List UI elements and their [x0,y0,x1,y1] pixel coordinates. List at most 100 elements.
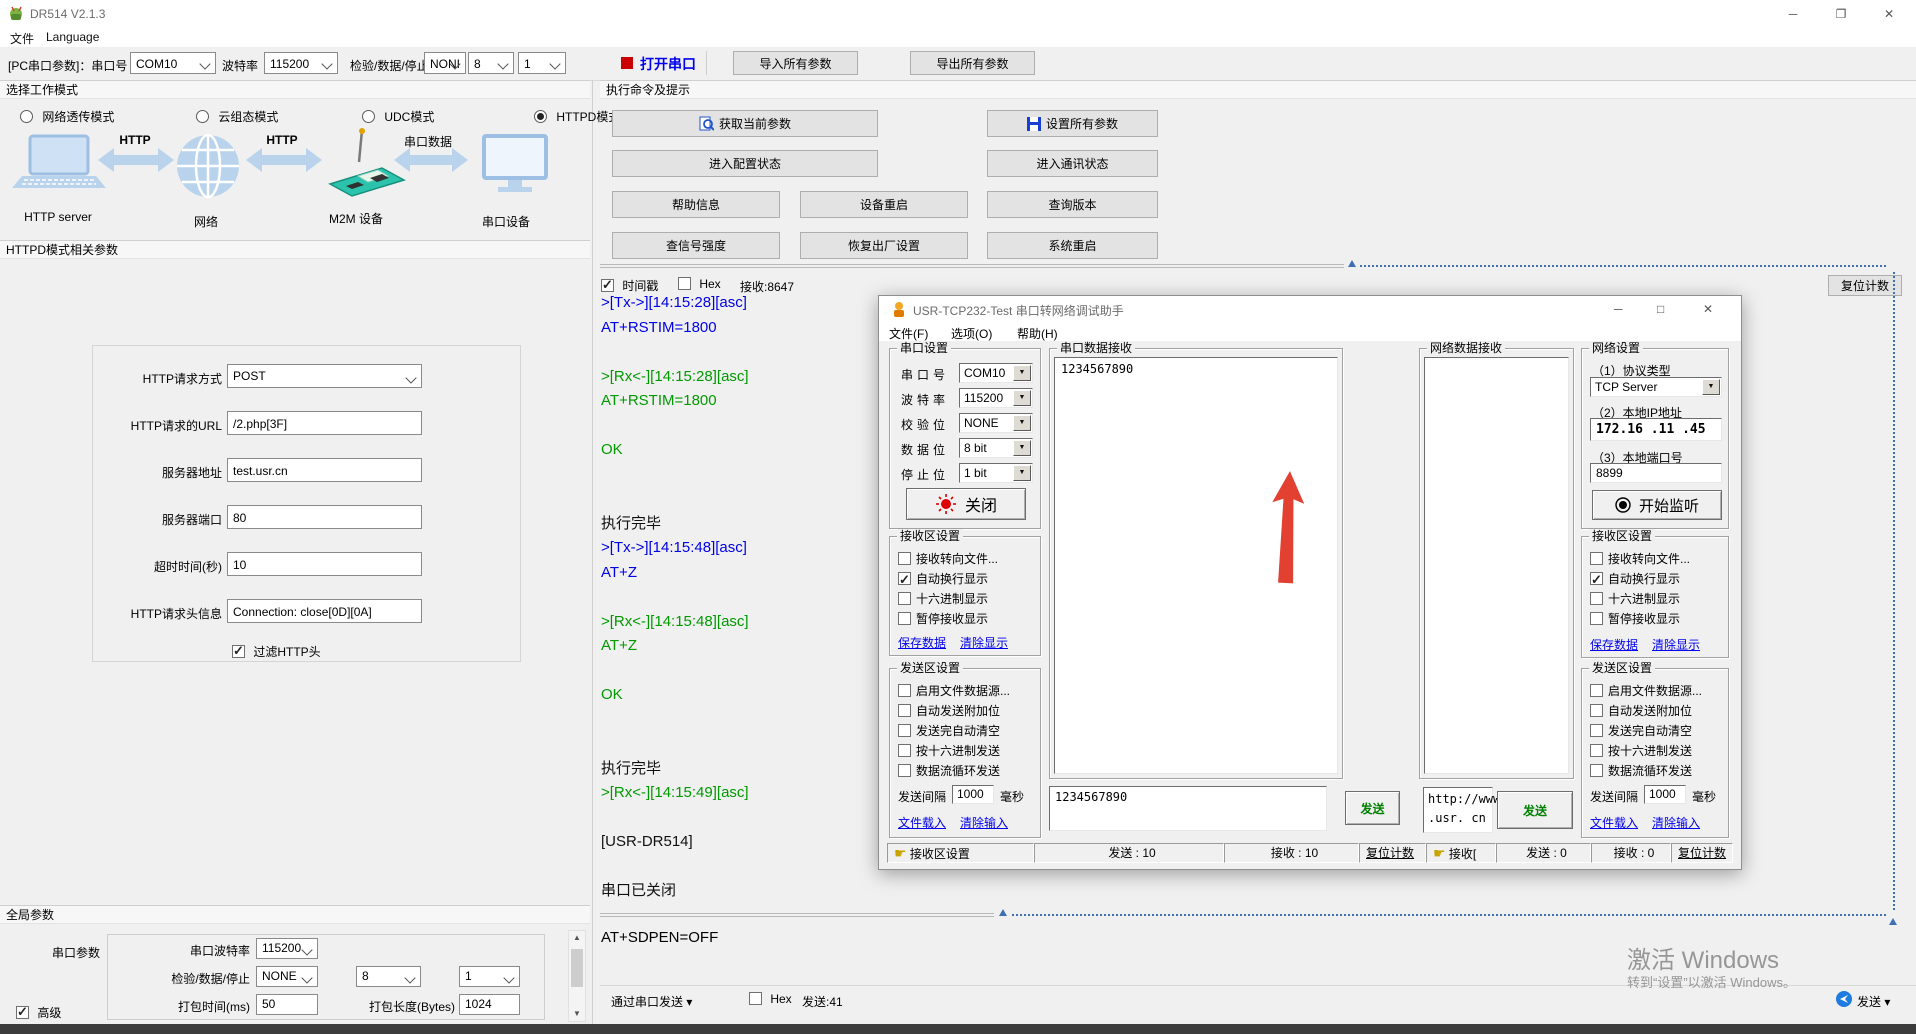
scrollbar[interactable]: ▲ ▼ [568,930,586,1022]
overlay-minimize-button[interactable]: ─ [1614,302,1623,316]
checkbox[interactable]: 发送完自动清空 [898,721,1010,741]
get-params-button[interactable]: 获取当前参数 [612,110,878,137]
checkbox[interactable]: 接收转向文件... [1590,549,1690,569]
checkbox[interactable]: 启用文件数据源... [1590,681,1702,701]
minimize-button[interactable]: ─ [1770,0,1816,28]
overlay-maximize-button[interactable]: □ [1657,302,1664,316]
checkbox[interactable]: 暂停接收显示 [898,609,998,629]
send-mode-dropdown[interactable]: 通过串口发送 ▾ [611,993,692,1010]
signal-strength-button[interactable]: 查信号强度 [612,232,780,259]
radio-transparent-mode[interactable]: 网络透传模式 [20,108,114,125]
server-port-input[interactable]: 80 [227,505,422,529]
checkbox[interactable]: 暂停接收显示 [1590,609,1690,629]
radio-udc-mode[interactable]: UDC模式 [362,108,434,125]
radio-httpd-mode[interactable]: HTTPD模式 [534,108,620,125]
global-baud-select[interactable]: 115200 [256,938,318,959]
serial-send-button[interactable]: 发送 [1345,791,1400,825]
checkbox[interactable]: 自动发送附加位 [1590,701,1702,721]
ov-com-select[interactable]: COM10▼ [959,363,1033,383]
overlay-menu-file[interactable]: 文件(F) [889,325,928,342]
ov-baud-select[interactable]: 115200▼ [959,388,1033,408]
net-reset-counter-link[interactable]: 复位计数 [1671,843,1733,863]
splitter-arrow-icon[interactable] [1348,260,1356,267]
open-port-button[interactable]: 打开串口 [640,54,696,74]
enter-config-button[interactable]: 进入配置状态 [612,150,878,177]
global-databits-select[interactable]: 8 [356,966,421,987]
splitter-arrow-icon[interactable] [999,909,1007,916]
quick-send-button[interactable]: 发送 ▾ [1857,993,1890,1010]
send-hex-checkbox[interactable]: Hex [749,992,792,1006]
checkbox[interactable]: 按十六进制发送 [1590,741,1702,761]
overlay-title-bar[interactable]: USR-TCP232-Test 串口转网络调试助手 ─ □ ✕ [879,296,1741,323]
local-port-input[interactable]: 8899 [1590,463,1722,483]
ov-databits-select[interactable]: 8 bit▼ [959,438,1033,458]
checkbox[interactable]: 数据流循环发送 [1590,761,1702,781]
overlay-menu-options[interactable]: 选项(O) [951,325,992,342]
save-data-link[interactable]: 保存数据 [1590,636,1638,653]
pack-time-input[interactable]: 50 [256,994,318,1015]
net-send-input[interactable]: http://www .usr. cn [1423,787,1493,833]
server-address-input[interactable]: test.usr.cn [227,458,422,482]
splitter[interactable] [600,264,1344,265]
serial-send-input[interactable]: 1234567890 [1049,786,1327,831]
overlay-menu-help[interactable]: 帮助(H) [1017,325,1058,342]
checkbox[interactable]: 数据流循环发送 [898,761,1010,781]
checkbox[interactable]: 自动换行显示 [898,569,998,589]
proto-select[interactable]: TCP Server▼ [1590,377,1722,397]
maximize-button[interactable]: ❐ [1818,0,1864,28]
checkbox[interactable]: 接收转向文件... [898,549,998,569]
splitter[interactable] [600,913,994,914]
load-file-link[interactable]: 文件载入 [1590,814,1638,831]
splitter[interactable] [600,916,994,917]
menu-language[interactable]: Language [46,30,99,44]
help-info-button[interactable]: 帮助信息 [612,191,780,218]
factory-reset-button[interactable]: 恢复出厂设置 [800,232,968,259]
global-stopbits-select[interactable]: 1 [459,966,520,987]
splitter-grip[interactable] [1360,265,1886,267]
save-data-link[interactable]: 保存数据 [898,634,946,651]
clear-input-link[interactable]: 清除输入 [1652,814,1700,831]
close-port-button[interactable]: 关闭 [906,488,1026,520]
splitter[interactable] [600,267,1344,268]
checkbox[interactable]: 启用文件数据源... [898,681,1010,701]
http-url-input[interactable]: /2.php[3F] [227,411,422,435]
clear-display-link[interactable]: 清除显示 [1652,636,1700,653]
load-file-link[interactable]: 文件载入 [898,814,946,831]
query-version-button[interactable]: 查询版本 [987,191,1158,218]
hex-checkbox[interactable]: Hex [678,277,721,291]
radio-cloud-mode[interactable]: 云组态模式 [196,108,278,125]
system-reboot-button[interactable]: 系统重启 [987,232,1158,259]
device-reboot-button[interactable]: 设备重启 [800,191,968,218]
parity-select[interactable]: NONI [424,52,466,74]
pack-length-input[interactable]: 1024 [459,994,520,1015]
start-listen-button[interactable]: 开始监听 [1592,490,1722,520]
checkbox[interactable]: 自动换行显示 [1590,569,1690,589]
timeout-input[interactable]: 10 [227,552,422,576]
stopbits-select[interactable]: 1 [518,52,566,74]
net-data-recv-area[interactable] [1424,357,1569,774]
clear-display-link[interactable]: 清除显示 [960,634,1008,651]
overlay-close-button[interactable]: ✕ [1703,302,1713,316]
checkbox[interactable]: 自动发送附加位 [898,701,1010,721]
close-button[interactable]: ✕ [1866,0,1912,28]
checkbox[interactable]: 十六进制显示 [898,589,998,609]
global-parity-select[interactable]: NONE [256,966,318,987]
http-method-select[interactable]: POST [227,364,422,388]
menu-file[interactable]: 文件 [10,30,34,47]
baud-select[interactable]: 115200 [264,52,338,74]
import-params-button[interactable]: 导入所有参数 [733,51,858,75]
checkbox[interactable]: 发送完自动清空 [1590,721,1702,741]
enter-comm-button[interactable]: 进入通讯状态 [987,150,1158,177]
export-params-button[interactable]: 导出所有参数 [910,51,1035,75]
local-ip-input[interactable]: 172.16 .11 .45 [1590,418,1722,441]
set-params-button[interactable]: 设置所有参数 [987,110,1158,137]
serial-reset-counter-link[interactable]: 复位计数 [1359,843,1426,863]
com-port-select[interactable]: COM10 [130,52,216,74]
net-send-button[interactable]: 发送 [1497,791,1573,829]
databits-select[interactable]: 8 [468,52,514,74]
vertical-splitter-grip[interactable] [1893,272,1895,910]
splitter-grip[interactable] [1012,914,1886,916]
clear-input-link[interactable]: 清除输入 [960,814,1008,831]
http-header-input[interactable]: Connection: close[0D][0A] [227,599,422,623]
ov-stopbits-select[interactable]: 1 bit▼ [959,463,1033,483]
